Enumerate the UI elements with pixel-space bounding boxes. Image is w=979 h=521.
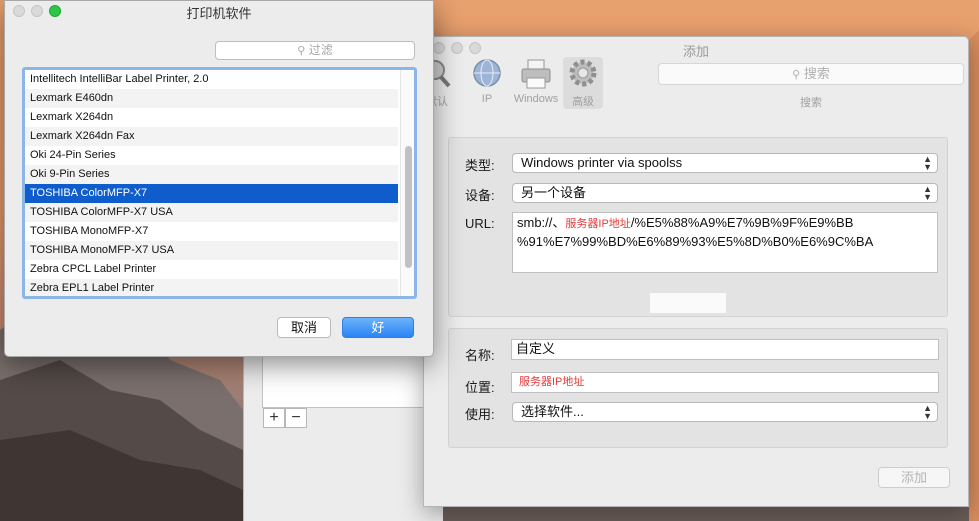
- toolbar-ip-label: IP: [481, 93, 493, 105]
- details-panel: 名称: 自定义 位置: 服务器IP地址 使用: 选择软件... ▲ ▼: [448, 328, 948, 448]
- url-label: URL:: [465, 216, 495, 231]
- location-field[interactable]: 服务器IP地址: [511, 372, 939, 393]
- search-field[interactable]: ⚲ 搜索: [658, 63, 964, 85]
- toolbar-advanced[interactable]: 高级: [558, 57, 608, 109]
- use-popup[interactable]: 选择软件... ▲ ▼: [512, 402, 938, 422]
- connection-panel: 类型: Windows printer via spoolss ▲ ▼ 设备: 另…: [448, 137, 948, 317]
- software-rows: Intellitech IntelliBar Label Printer, 2.…: [25, 70, 414, 296]
- cancel-button[interactable]: 取消: [277, 317, 331, 338]
- printer-icon: [521, 59, 551, 89]
- search-label: 搜索: [800, 97, 822, 109]
- dialog-title: 打印机软件: [186, 6, 252, 21]
- url-rest-line2: %91%E7%99%BD%E6%89%93%E5%8D%B0%E6%9C%BA: [517, 234, 874, 249]
- search-icon: ⚲: [792, 69, 801, 81]
- list-item[interactable]: TOSHIBA ColorMFP-X7 USA: [25, 203, 398, 222]
- url-field[interactable]: smb://、服务器IP地址/%E5%88%A9%E7%9B%9F%E9%BB …: [512, 212, 938, 273]
- gear-icon: [569, 59, 597, 87]
- type-value: Windows printer via spoolss: [521, 155, 683, 170]
- filter-field[interactable]: ⚲ 过滤: [215, 41, 415, 60]
- name-label: 名称:: [465, 348, 495, 363]
- url-prefix: smb://、: [517, 215, 566, 230]
- list-item[interactable]: Lexmark X264dn Fax: [25, 127, 398, 146]
- list-item[interactable]: TOSHIBA MonoMFP-X7: [25, 222, 398, 241]
- software-list[interactable]: Intellitech IntelliBar Label Printer, 2.…: [22, 67, 417, 299]
- device-label: 设备:: [465, 188, 495, 203]
- toolbar-windows-label: Windows: [513, 93, 559, 105]
- list-item[interactable]: Intellitech IntelliBar Label Printer, 2.…: [25, 70, 398, 89]
- globe-icon: [473, 59, 501, 87]
- list-item[interactable]: Lexmark X264dn: [25, 108, 398, 127]
- type-label: 类型:: [465, 158, 495, 173]
- device-value: 另一个设备: [521, 185, 587, 200]
- toolbar-advanced-label: 高级: [572, 96, 594, 108]
- chevron-updown-icon: ▲ ▼: [923, 403, 932, 421]
- list-item[interactable]: TOSHIBA ColorMFP-X7: [25, 184, 398, 203]
- use-value: 选择软件...: [521, 404, 584, 419]
- list-item[interactable]: Lexmark E460dn: [25, 89, 398, 108]
- toolbar-windows[interactable]: Windows: [511, 57, 561, 105]
- type-popup[interactable]: Windows printer via spoolss ▲ ▼: [512, 153, 938, 173]
- use-label: 使用:: [465, 407, 495, 422]
- ok-button[interactable]: 好: [342, 317, 414, 338]
- toolbar-ip[interactable]: IP: [462, 57, 512, 105]
- blank-area: [650, 293, 726, 313]
- scrollbar-track[interactable]: [400, 70, 414, 296]
- add-printer-window: 添加 默认 IP Windows 高级 ⚲ 搜索 搜索 类型: Windows …: [423, 36, 969, 507]
- add-button[interactable]: 添加: [878, 467, 950, 488]
- chevron-updown-icon: ▲ ▼: [923, 154, 932, 172]
- name-field[interactable]: 自定义: [511, 339, 939, 360]
- list-item[interactable]: Zebra EPL1 Label Printer: [25, 279, 398, 296]
- search-icon: ⚲: [297, 45, 306, 57]
- url-server-annotation: 服务器IP地址: [565, 218, 631, 230]
- list-item[interactable]: Zebra CPCL Label Printer: [25, 260, 398, 279]
- search-placeholder: 搜索: [803, 66, 830, 81]
- list-item[interactable]: Oki 9-Pin Series: [25, 165, 398, 184]
- chevron-updown-icon: ▲ ▼: [923, 184, 932, 202]
- location-label: 位置:: [465, 380, 495, 395]
- add-printer-button[interactable]: +: [263, 408, 285, 428]
- scrollbar-thumb[interactable]: [405, 146, 412, 268]
- device-popup[interactable]: 另一个设备 ▲ ▼: [512, 183, 938, 203]
- remove-printer-button[interactable]: −: [285, 408, 307, 428]
- url-rest-line1: /%E5%88%A9%E7%9B%9F%E9%BB: [630, 215, 854, 230]
- list-item[interactable]: TOSHIBA MonoMFP-X7 USA: [25, 241, 398, 260]
- filter-placeholder: 过滤: [308, 43, 333, 57]
- printer-software-dialog: 打印机软件 ⚲ 过滤 Intellitech IntelliBar Label …: [4, 0, 434, 357]
- list-item[interactable]: Oki 24-Pin Series: [25, 146, 398, 165]
